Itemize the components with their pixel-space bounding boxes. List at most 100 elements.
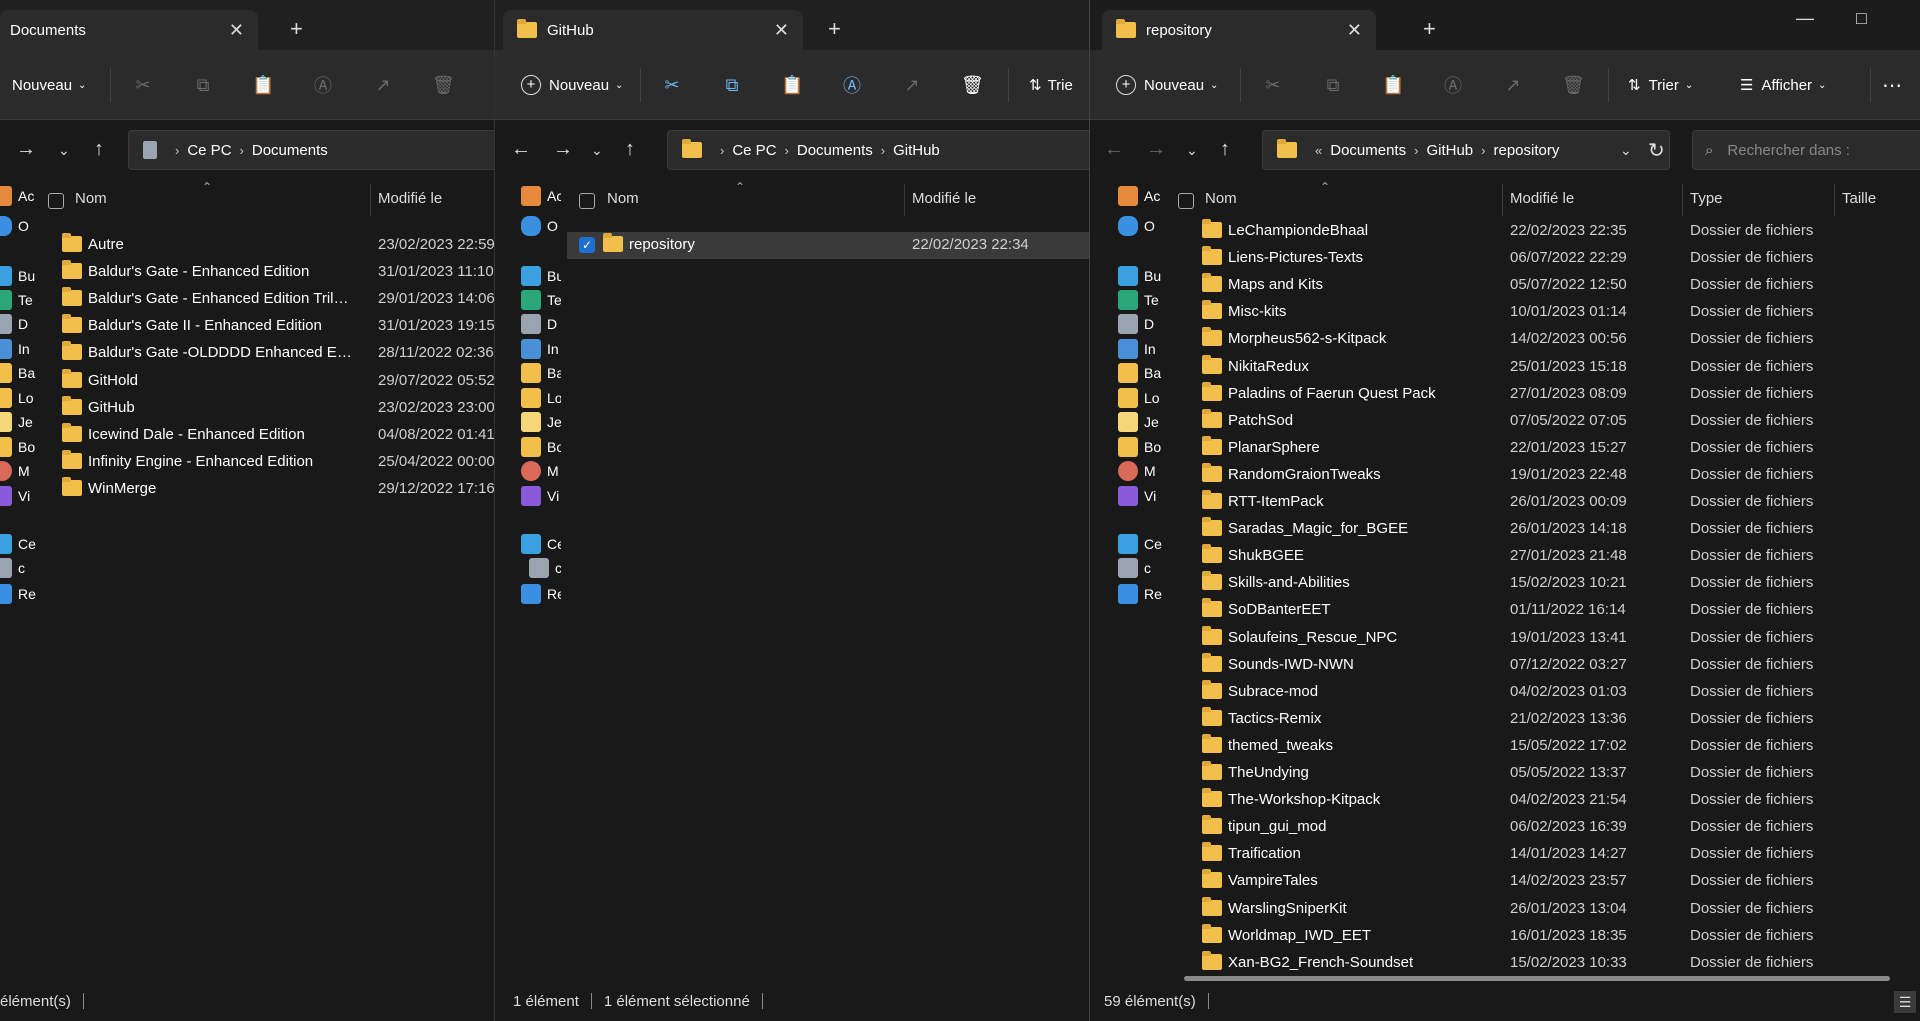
address-bar[interactable]: › Ce PC › Documents › GitHub (667, 130, 1089, 170)
close-tab-icon[interactable]: ✕ (229, 20, 244, 41)
sidebar-item-folder-ba[interactable]: Ba (1118, 359, 1161, 387)
up-icon[interactable]: ↑ (94, 138, 104, 161)
new-button[interactable]: Nouveau ⌄ (0, 70, 86, 100)
file-row[interactable]: LeChampiondeBhaal 22/02/2023 22:35 Dossier… (1170, 218, 1920, 245)
tab-github[interactable]: GitHub ✕ (503, 10, 803, 50)
copy-icon[interactable]: ⧉ (1322, 70, 1344, 100)
file-row[interactable]: Skills-and-Abilities 15/02/2023 10:21 Doss… (1170, 570, 1920, 597)
share-icon[interactable]: ↗ (372, 70, 394, 100)
select-all-checkbox[interactable] (579, 193, 595, 209)
file-row[interactable]: Infinity Engine - Enhanced Edition 25/04/… (40, 449, 494, 476)
file-row[interactable]: Morpheus562-s-Kitpack 14/02/2023 00:56 Dos… (1170, 326, 1920, 353)
details-view-icon[interactable]: ☰ (1894, 991, 1916, 1013)
overflow-chevron-icon[interactable]: « (1315, 143, 1322, 158)
sidebar-item-folder-je[interactable]: Je (1118, 408, 1159, 436)
paste-icon[interactable]: 📋 (1382, 70, 1404, 100)
cut-icon[interactable]: ✂ (132, 70, 154, 100)
new-tab-icon[interactable]: + (828, 16, 841, 42)
sidebar-item-network[interactable]: Re (0, 580, 36, 608)
file-row[interactable]: ShukBGEE 27/01/2023 21:48 Dossier de fichi… (1170, 543, 1920, 570)
file-row[interactable]: ✓ repository 22/02/2023 22:34 (567, 232, 1089, 259)
column-modified[interactable]: Modifié le (1510, 190, 1574, 207)
sidebar-item-documents[interactable]: D (521, 310, 557, 338)
address-bar[interactable]: › Ce PC › Documents (128, 130, 494, 170)
minimize-icon[interactable]: — (1796, 8, 1814, 29)
sidebar-item-music[interactable]: M (0, 457, 30, 485)
new-tab-icon[interactable]: + (1423, 16, 1436, 42)
share-icon[interactable]: ↗ (901, 70, 923, 100)
maximize-icon[interactable]: □ (1856, 8, 1867, 29)
sidebar-item-folder-ba[interactable]: Ba (0, 359, 35, 387)
delete-icon[interactable]: 🗑 (1562, 70, 1585, 100)
row-checkbox[interactable]: ✓ (579, 237, 595, 253)
file-row[interactable]: Baldur's Gate - Enhanced Edition 31/01/20… (40, 259, 494, 286)
sidebar-item-folder-je[interactable]: Je (0, 408, 33, 436)
new-tab-icon[interactable]: + (290, 16, 303, 42)
file-row[interactable]: WinMerge 29/12/2022 17:16 (40, 476, 494, 503)
sidebar-item-drive[interactable]: c (0, 554, 25, 582)
recent-chevron-icon[interactable]: ⌄ (1186, 142, 1198, 159)
file-row[interactable]: Maps and Kits 05/07/2022 12:50 Dossier de … (1170, 272, 1920, 299)
sidebar-item-videos[interactable]: Vi (1118, 482, 1156, 510)
sidebar-item-home[interactable]: Ac (1118, 182, 1160, 210)
sort-button[interactable]: ⇅ Trie (1029, 70, 1073, 100)
breadcrumb-documents[interactable]: Documents (252, 142, 328, 159)
close-tab-icon[interactable]: ✕ (1347, 20, 1362, 41)
refresh-icon[interactable]: ↻ (1648, 138, 1665, 163)
paste-icon[interactable]: 📋 (781, 70, 803, 100)
file-row[interactable]: GitHub 23/02/2023 23:00 (40, 395, 494, 422)
file-row[interactable]: GitHold 29/07/2022 05:52 (40, 368, 494, 395)
file-row[interactable]: WarslingSniperKit 26/01/2023 13:04 Dossier… (1170, 896, 1920, 923)
sidebar-item-drive[interactable]: c (1118, 554, 1151, 582)
forward-icon[interactable]: → (1146, 138, 1166, 161)
new-button[interactable]: + Nouveau ⌄ (521, 70, 623, 100)
sidebar-item-documents[interactable]: D (0, 310, 28, 338)
search-input[interactable]: ⌕ Rechercher dans : (1692, 130, 1920, 170)
select-all-checkbox[interactable] (48, 193, 64, 209)
sidebar-item-network[interactable]: Re (521, 580, 561, 608)
sidebar-item-onedrive[interactable]: O (521, 212, 558, 240)
column-type[interactable]: Type (1690, 190, 1723, 207)
file-row[interactable]: The-Workshop-Kitpack 04/02/2023 21:54 Doss… (1170, 787, 1920, 814)
file-row[interactable]: Paladins of Faerun Quest Pack 27/01/2023 … (1170, 381, 1920, 408)
file-row[interactable]: Tactics-Remix 21/02/2023 13:36 Dossier de … (1170, 706, 1920, 733)
breadcrumb-documents[interactable]: Documents (797, 142, 873, 159)
file-row[interactable]: VampireTales 14/02/2023 23:57 Dossier de f… (1170, 868, 1920, 895)
sidebar-item-videos[interactable]: Vi (0, 482, 30, 510)
file-row[interactable]: PatchSod 07/05/2022 07:05 Dossier de fichi… (1170, 408, 1920, 435)
delete-icon[interactable]: 🗑 (961, 70, 984, 100)
select-all-checkbox[interactable] (1178, 193, 1194, 209)
file-row[interactable]: Baldur's Gate - Enhanced Edition Trilo..… (40, 286, 494, 313)
breadcrumb-documents[interactable]: Documents (1330, 142, 1406, 159)
sidebar-item-music[interactable]: M (521, 457, 559, 485)
file-row[interactable]: Subrace-mod 04/02/2023 01:03 Dossier de fi… (1170, 679, 1920, 706)
recent-chevron-icon[interactable]: ⌄ (591, 142, 603, 159)
up-icon[interactable]: ↑ (625, 138, 635, 161)
file-row[interactable]: Sounds-IWD-NWN 07/12/2022 03:27 Dossier de… (1170, 652, 1920, 679)
file-row[interactable]: Saradas_Magic_for_BGEE 26/01/2023 14:18 Do… (1170, 516, 1920, 543)
sidebar-item-videos[interactable]: Vi (521, 482, 559, 510)
file-row[interactable]: themed_tweaks 15/05/2022 17:02 Dossier de … (1170, 733, 1920, 760)
sidebar-item-network[interactable]: Re (1118, 580, 1162, 608)
cut-icon[interactable]: ✂ (1262, 70, 1284, 100)
sidebar-item-drive[interactable]: c (529, 554, 561, 582)
share-icon[interactable]: ↗ (1502, 70, 1524, 100)
paste-icon[interactable]: 📋 (252, 70, 274, 100)
file-row[interactable]: Xan-BG2_French-Soundset 15/02/2023 10:33 D… (1170, 950, 1920, 977)
sort-button[interactable]: ⇅ Trier ⌄ (1628, 70, 1693, 100)
file-row[interactable]: Baldur's Gate -OLDDDD Enhanced Edi... 28/… (40, 340, 494, 367)
column-name[interactable]: Nom (1205, 190, 1237, 207)
file-row[interactable]: PlanarSphere 22/01/2023 15:27 Dossier de f… (1170, 435, 1920, 462)
file-row[interactable]: TheUndying 05/05/2022 13:37 Dossier de fic… (1170, 760, 1920, 787)
file-row[interactable]: Baldur's Gate II - Enhanced Edition 31/01… (40, 313, 494, 340)
breadcrumb-ce-pc[interactable]: Ce PC (732, 142, 776, 159)
close-tab-icon[interactable]: ✕ (774, 20, 789, 41)
back-icon[interactable]: ← (1104, 138, 1124, 161)
cut-icon[interactable]: ✂ (661, 70, 683, 100)
sidebar-item-home[interactable]: Ac (521, 182, 561, 210)
rename-icon[interactable]: Ⓐ (841, 70, 863, 100)
copy-icon[interactable]: ⧉ (192, 70, 214, 100)
file-row[interactable]: SoDBanterEET 01/11/2022 16:14 Dossier de f… (1170, 597, 1920, 624)
column-modified[interactable]: Modifié le (912, 190, 976, 207)
file-row[interactable]: Worldmap_IWD_EET 16/01/2023 18:35 Dossier … (1170, 923, 1920, 950)
